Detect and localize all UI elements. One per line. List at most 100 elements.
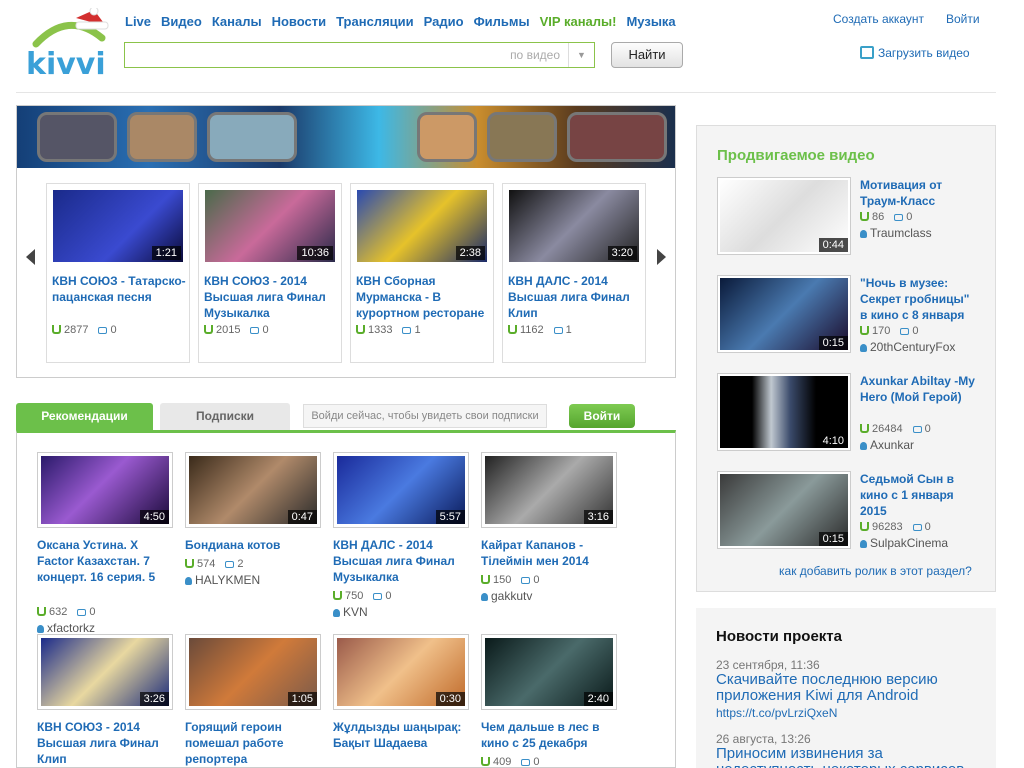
user-icon — [333, 609, 340, 617]
video-author[interactable]: Axunkar — [860, 438, 914, 452]
carousel-next-arrow-icon[interactable] — [657, 249, 666, 265]
news-date: 23 сентября, 11:36 — [716, 658, 820, 672]
promoted-heading: Продвигаемое видео — [717, 147, 875, 164]
video-thumbnail[interactable]: 1:05 — [185, 634, 321, 710]
video-thumbnail[interactable]: 0:44 — [717, 177, 851, 255]
video-title[interactable]: Кайрат Капанов - Тілеймін мен 2014 — [481, 537, 621, 569]
nav-radio[interactable]: Радио — [424, 14, 464, 29]
video-author[interactable]: HALYKMEN — [185, 573, 260, 587]
promo-banner-image[interactable] — [17, 106, 675, 168]
duration-badge: 10:36 — [297, 246, 333, 260]
video-author[interactable]: Traumclass — [860, 226, 932, 240]
duration-badge: 0:15 — [818, 336, 848, 350]
kivvi-logo[interactable]: kivvi — [22, 6, 118, 82]
video-thumbnail[interactable]: 0:30 — [333, 634, 469, 710]
views-icon — [52, 325, 61, 334]
video-title[interactable]: КВН СОЮЗ - 2014 Высшая лига Финал Музыка… — [204, 273, 340, 321]
video-stats: 150 0 — [481, 574, 539, 586]
featured-carousel: 1:21 КВН СОЮЗ - Татарско-пацанская песня… — [16, 105, 676, 378]
comments-count: 2 — [237, 558, 244, 570]
project-news: Новости проекта 23 сентября, 11:36 Скачи… — [696, 608, 996, 768]
video-author[interactable]: KVN — [333, 605, 368, 619]
video-title[interactable]: Axunkar Abiltay -My Hero (Мой Герой) — [860, 373, 978, 405]
nav-video[interactable]: Видео — [161, 14, 202, 29]
comments-icon — [912, 426, 922, 433]
nav-vip[interactable]: VIP каналы! — [540, 14, 617, 29]
video-thumbnail[interactable]: 0:47 — [185, 452, 321, 528]
comments-icon — [373, 593, 383, 600]
news-item: 23 сентября, 11:36 Скачивайте последнюю … — [716, 658, 986, 720]
comments-icon — [521, 759, 531, 766]
promoted-item[interactable]: 0:15 Седьмой Сын в кино с 1 января 2015 … — [717, 471, 977, 551]
nav-live[interactable]: Live — [125, 14, 151, 29]
carousel-item[interactable]: 3:20 КВН ДАЛС - 2014 Высшая лига Финал К… — [502, 183, 646, 363]
tab-subscriptions[interactable]: Подписки — [160, 403, 290, 430]
video-thumbnail[interactable]: 4:50 — [37, 452, 173, 528]
search-scope-label[interactable]: по видео — [510, 48, 560, 62]
views-icon — [860, 212, 869, 221]
video-thumbnail[interactable]: 3:16 — [481, 452, 617, 528]
video-thumbnail[interactable]: 0:15 — [717, 275, 851, 353]
search-input[interactable]: по видео ▼ — [124, 42, 595, 68]
video-title[interactable]: Чем дальше в лес в кино с 25 декабря — [481, 719, 621, 751]
views-icon — [508, 325, 517, 334]
video-title[interactable]: КВН Сборная Мурманска - В курортном рест… — [356, 273, 492, 321]
news-link[interactable]: https://t.co/pvLrziQxeN — [716, 706, 986, 720]
video-thumbnail[interactable]: 3:20 — [509, 190, 639, 262]
video-thumbnail[interactable]: 10:36 — [205, 190, 335, 262]
upload-video-link[interactable]: Загрузить видео — [860, 46, 970, 60]
nav-music[interactable]: Музыка — [626, 14, 675, 29]
comments-count: 0 — [385, 590, 392, 602]
video-thumbnail[interactable]: 0:15 — [717, 471, 851, 549]
create-account-link[interactable]: Создать аккаунт — [833, 12, 924, 26]
video-title[interactable]: Седьмой Сын в кино с 1 января 2015 — [860, 471, 978, 519]
video-stats: 632 0 — [37, 606, 95, 618]
nav-news[interactable]: Новости — [272, 14, 327, 29]
search-button[interactable]: Найти — [611, 42, 683, 68]
user-icon — [185, 577, 192, 585]
video-thumbnail[interactable]: 2:40 — [481, 634, 617, 710]
promoted-item[interactable]: 4:10 Axunkar Abiltay -My Hero (Мой Герой… — [717, 373, 977, 453]
video-author[interactable]: 20thCenturyFox — [860, 340, 955, 354]
news-title[interactable]: Скачивайте последнюю версию приложения K… — [716, 672, 986, 704]
video-title[interactable]: "Ночь в музее: Секрет гробницы" в кино с… — [860, 275, 978, 323]
login-link[interactable]: Войти — [946, 12, 980, 26]
video-title[interactable]: КВН ДАЛС - 2014 Высшая лига Финал Музыка… — [333, 537, 473, 585]
video-stats: 170 0 — [860, 325, 918, 337]
nav-broadcasts[interactable]: Трансляции — [336, 14, 414, 29]
video-title[interactable]: Бондиана котов — [185, 537, 325, 553]
nav-films[interactable]: Фильмы — [474, 14, 530, 29]
carousel-prev-arrow-icon[interactable] — [26, 249, 35, 265]
carousel-item[interactable]: 2:38 КВН Сборная Мурманска - В курортном… — [350, 183, 494, 363]
carousel-item[interactable]: 10:36 КВН СОЮЗ - 2014 Высшая лига Финал … — [198, 183, 342, 363]
video-author[interactable]: gakkutv — [481, 589, 532, 603]
video-thumbnail[interactable]: 1:21 — [53, 190, 183, 262]
video-author[interactable]: xfactorkz — [37, 621, 95, 635]
video-stats: 1333 1 — [356, 324, 421, 336]
video-title[interactable]: Оксана Устина. X Factor Казахстан. 7 кон… — [37, 537, 177, 585]
video-title[interactable]: Мотивация от Траум-Класс — [860, 177, 978, 209]
video-thumbnail[interactable]: 2:38 — [357, 190, 487, 262]
how-to-add-link[interactable]: как добавить ролик в этот раздел? — [779, 564, 972, 578]
video-title[interactable]: Горящий героин помешал работе репортера — [185, 719, 325, 767]
video-title[interactable]: КВН СОЮЗ - 2014 Высшая лига Финал Клип — [37, 719, 177, 767]
promoted-item[interactable]: 0:15 "Ночь в музее: Секрет гробницы" в к… — [717, 275, 977, 355]
video-thumbnail[interactable]: 3:26 — [37, 634, 173, 710]
login-button[interactable]: Войти — [569, 404, 635, 428]
video-title[interactable]: КВН ДАЛС - 2014 Высшая лига Финал Клип — [508, 273, 644, 321]
promoted-item[interactable]: 0:44 Мотивация от Траум-Класс 86 0 Traumc… — [717, 177, 977, 257]
video-title[interactable]: КВН СОЮЗ - Татарско-пацанская песня — [52, 273, 188, 305]
video-thumbnail[interactable]: 5:57 — [333, 452, 469, 528]
tab-recommendations[interactable]: Рекомендации — [16, 403, 153, 430]
chevron-down-icon[interactable]: ▼ — [568, 43, 594, 67]
views-count: 574 — [197, 558, 216, 570]
news-title[interactable]: Приносим извинения за недоступность неко… — [716, 746, 986, 768]
views-icon — [481, 757, 490, 766]
nav-channels[interactable]: Каналы — [212, 14, 262, 29]
video-thumbnail[interactable]: 4:10 — [717, 373, 851, 451]
views-icon — [204, 325, 213, 334]
carousel-item[interactable]: 1:21 КВН СОЮЗ - Татарско-пацанская песня… — [46, 183, 190, 363]
views-count: 632 — [49, 606, 68, 618]
video-author[interactable]: SulpakCinema — [860, 536, 948, 550]
video-title[interactable]: Жұлдызды шаңырақ: Бақыт Шадаева — [333, 719, 473, 751]
